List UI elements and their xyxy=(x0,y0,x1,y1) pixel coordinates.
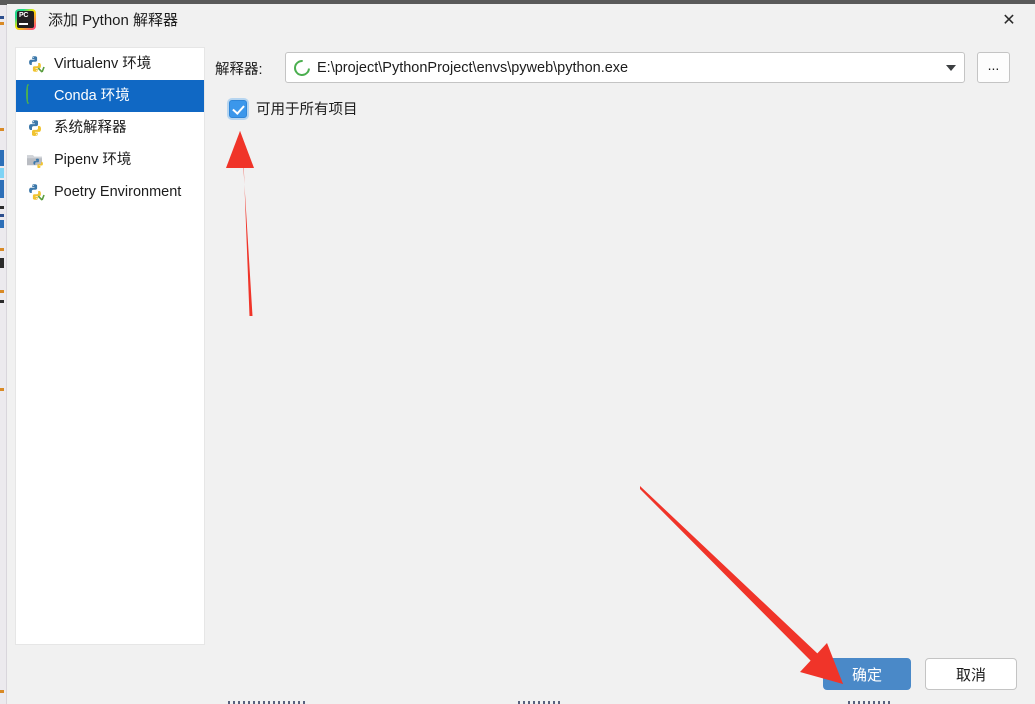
screen-root: PC 添加 Python 解释器 ✕ Virtualenv 环境 Conda 环… xyxy=(0,0,1035,704)
add-python-interpreter-dialog: PC 添加 Python 解释器 ✕ Virtualenv 环境 Conda 环… xyxy=(7,0,1035,704)
sidebar-item-label: Pipenv 环境 xyxy=(54,152,132,168)
ide-sliver-tick xyxy=(0,150,4,166)
chevron-down-icon[interactable] xyxy=(938,64,964,71)
ide-sliver-tick xyxy=(0,388,4,391)
ide-sliver-tick xyxy=(0,300,4,303)
sidebar-item-label: Virtualenv 环境 xyxy=(54,56,152,72)
sidebar-item-virtualenv[interactable]: Virtualenv 环境 xyxy=(16,48,204,80)
dialog-title: 添加 Python 解释器 xyxy=(48,12,179,29)
python-venv-icon xyxy=(25,54,45,74)
interpreter-label: 解释器: xyxy=(215,62,263,78)
interpreter-field-row: 解释器: E:\project\PythonProject\envs\pyweb… xyxy=(215,52,1025,84)
pycharm-icon: PC xyxy=(15,9,36,30)
dialog-titlebar: PC 添加 Python 解释器 ✕ xyxy=(7,4,1035,38)
ide-sliver-tick xyxy=(0,220,4,228)
ok-button[interactable]: 确定 xyxy=(823,658,911,690)
cancel-button[interactable]: 取消 xyxy=(925,658,1017,690)
ide-sliver-tick xyxy=(0,180,4,198)
ide-sliver-tick xyxy=(0,168,4,178)
sidebar-item-pipenv[interactable]: Pipenv 环境 xyxy=(16,144,204,176)
background-ide-sliver xyxy=(0,0,7,704)
available-to-all-projects-checkbox[interactable] xyxy=(229,99,247,118)
ide-sliver-tick xyxy=(0,16,4,19)
sidebar-item-system-interpreter[interactable]: 系统解释器 xyxy=(16,112,204,144)
conda-icon xyxy=(25,84,45,106)
poetry-icon xyxy=(25,182,45,202)
ide-titlebar-sliver xyxy=(0,0,7,5)
ide-sliver-tick xyxy=(0,690,4,693)
ide-sliver-tick xyxy=(0,128,4,131)
environment-type-list[interactable]: Virtualenv 环境 Conda 环境 系统解释器 Pipenv 环境 P… xyxy=(15,47,205,645)
pipenv-icon xyxy=(25,150,45,170)
available-to-all-projects-label: 可用于所有项目 xyxy=(256,102,358,118)
ide-sliver-tick xyxy=(0,214,4,217)
ide-sliver-tick xyxy=(0,290,4,293)
ide-sliver-tick xyxy=(0,206,4,209)
sidebar-item-poetry[interactable]: Poetry Environment xyxy=(16,176,204,208)
conda-icon xyxy=(290,56,314,79)
available-to-all-projects-row[interactable]: 可用于所有项目 xyxy=(229,98,358,119)
close-icon[interactable]: ✕ xyxy=(991,7,1027,35)
sidebar-item-label: Conda 环境 xyxy=(54,88,130,104)
ide-sliver-tick xyxy=(0,22,4,25)
sidebar-item-label: 系统解释器 xyxy=(54,120,127,136)
interpreter-path-value: E:\project\PythonProject\envs\pyweb\pyth… xyxy=(317,59,629,76)
interpreter-combobox[interactable]: E:\project\PythonProject\envs\pyweb\pyth… xyxy=(285,52,965,83)
ide-sliver-tick xyxy=(0,258,4,268)
sidebar-item-conda[interactable]: Conda 环境 xyxy=(16,80,204,112)
browse-button[interactable]: ... xyxy=(977,52,1010,83)
ide-sliver-tick xyxy=(0,248,4,251)
sidebar-item-label: Poetry Environment xyxy=(54,184,182,200)
python-icon xyxy=(25,118,45,138)
